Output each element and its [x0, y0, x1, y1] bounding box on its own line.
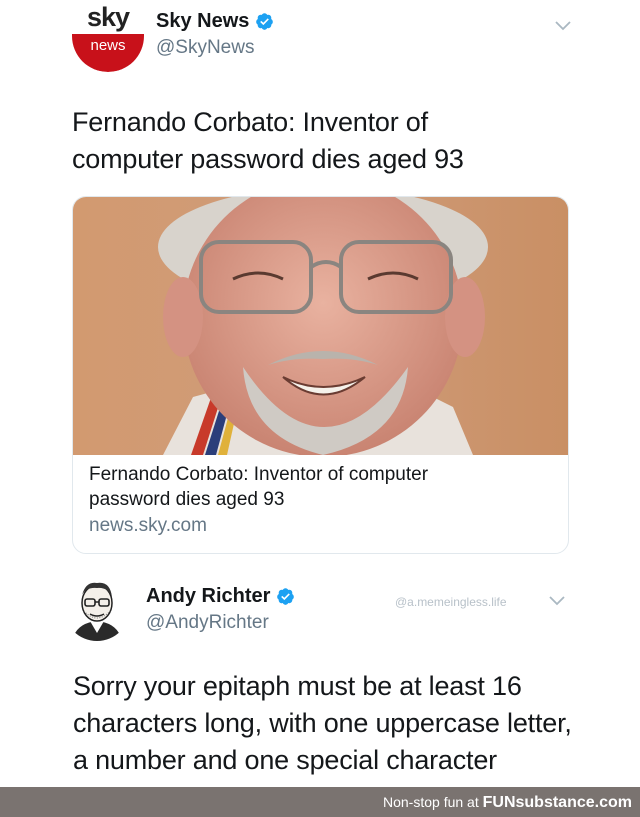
author-row: Sky News	[156, 10, 274, 33]
card-body: Fernando Corbato: Inventor of computer p…	[89, 462, 554, 540]
tweet-text-line: a number and one special character	[73, 745, 497, 775]
tweet-sky-news: sky news Sky News @SkyNews Fernando Corb…	[0, 0, 640, 565]
tweet-text-line: Sorry your epitaph must be at least 16	[73, 671, 522, 701]
tweet-text-line: characters long, with one uppercase lett…	[73, 708, 572, 738]
author-row: Andy Richter	[146, 585, 295, 608]
chevron-down-icon[interactable]	[554, 20, 572, 32]
sky-logo-text: sky	[87, 2, 130, 32]
caricature-avatar-icon	[64, 575, 130, 641]
tweet-text-line: computer password dies aged 93	[72, 144, 464, 174]
card-title-line: Fernando Corbato: Inventor of computer	[89, 464, 429, 485]
card-domain: news.sky.com	[89, 515, 207, 536]
watermark-text: @a.memeingless.life	[395, 595, 507, 609]
verified-badge-icon	[256, 13, 274, 30]
card-title-line: password dies aged 93	[89, 489, 285, 510]
sky-logo-news-text: news	[90, 37, 126, 54]
site-footer-bar: Non-stop fun at FUNsubstance.com	[0, 787, 640, 817]
author-handle[interactable]: @SkyNews	[156, 37, 254, 59]
footer-prefix: Non-stop fun at	[383, 794, 479, 810]
card-title: Fernando Corbato: Inventor of computer p…	[89, 462, 554, 512]
card-photo[interactable]	[73, 197, 569, 455]
author-display-name[interactable]: Andy Richter	[146, 585, 270, 608]
author-display-name[interactable]: Sky News	[156, 10, 249, 33]
sky-logo-red-band: news	[72, 34, 144, 72]
verified-badge-icon	[277, 588, 295, 605]
tweet-text: Fernando Corbato: Inventor of computer p…	[72, 104, 464, 178]
andy-richter-avatar[interactable]	[64, 575, 130, 641]
tweet-text-line: Fernando Corbato: Inventor of	[72, 107, 428, 137]
chevron-down-icon[interactable]	[548, 595, 566, 607]
footer-text: Non-stop fun at FUNsubstance.com	[383, 794, 632, 812]
tweet-andy-richter: Andy Richter @AndyRichter @a.memeingless…	[0, 565, 640, 787]
sky-news-avatar[interactable]: sky news	[70, 0, 146, 72]
footer-brand-link[interactable]: FUNsubstance.com	[483, 794, 632, 811]
author-handle[interactable]: @AndyRichter	[146, 612, 269, 634]
link-card[interactable]: Fernando Corbato: Inventor of computer p…	[72, 196, 569, 554]
tweet-text: Sorry your epitaph must be at least 16 c…	[73, 668, 572, 779]
